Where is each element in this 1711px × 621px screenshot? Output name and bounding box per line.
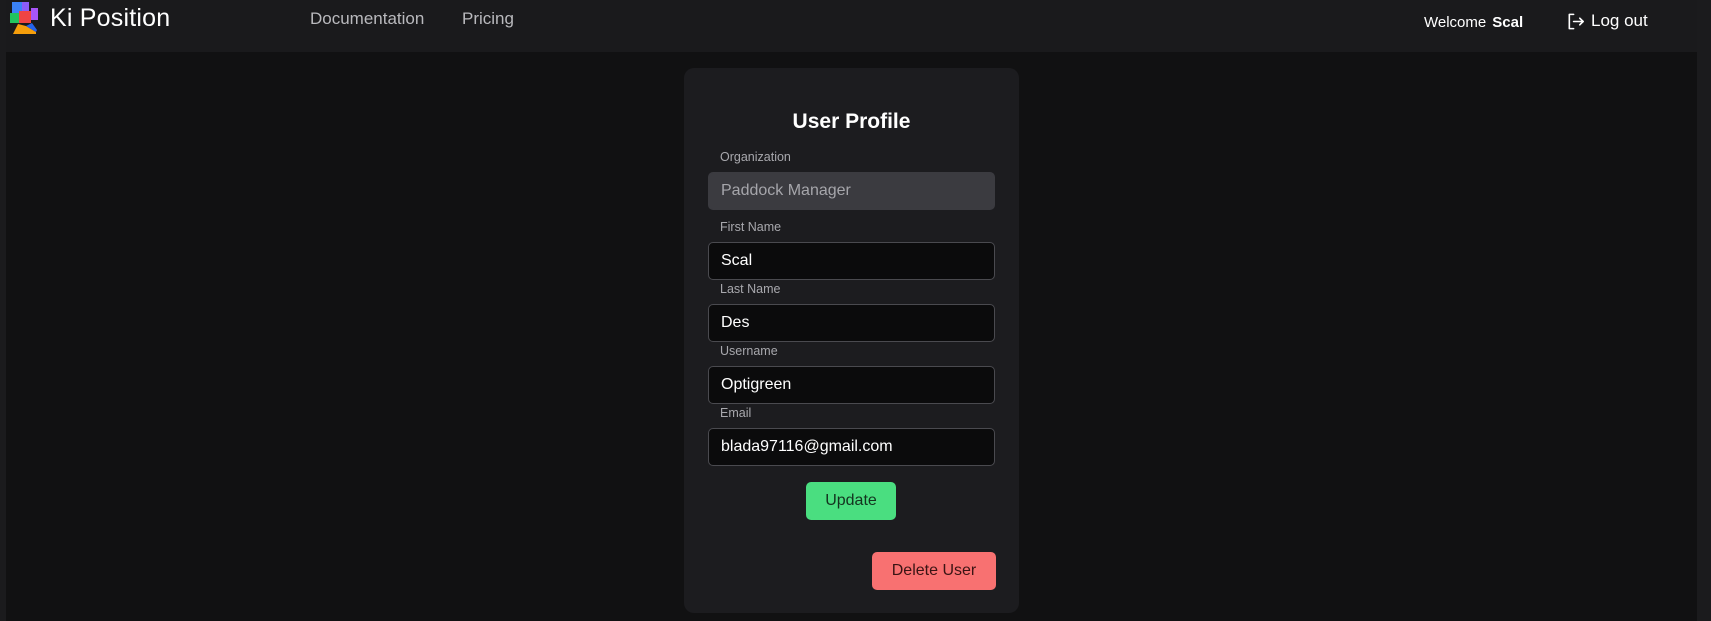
navbar: Ki Position Documentation Pricing Welcom… <box>6 0 1697 52</box>
logout-icon <box>1568 13 1584 29</box>
logout-button[interactable]: Log out <box>1566 11 1648 31</box>
first-name-field[interactable] <box>708 242 995 280</box>
username-label: Username <box>720 344 778 358</box>
page-title: User Profile <box>792 110 911 133</box>
app-title: Ki Position <box>50 3 171 32</box>
delete-user-button[interactable]: Delete User <box>872 552 996 590</box>
page: Ki Position Documentation Pricing Welcom… <box>0 0 1711 621</box>
first-name-label: First Name <box>720 220 782 234</box>
nav-link-documentation[interactable]: Documentation <box>310 9 424 29</box>
nav-link-pricing[interactable]: Pricing <box>462 9 514 29</box>
email-label: Email <box>720 406 752 420</box>
last-name-field[interactable] <box>708 304 995 342</box>
organization-label: Organization <box>720 150 791 164</box>
left-edge-strip <box>0 0 6 621</box>
ki-position-logo-icon <box>10 2 38 34</box>
logout-label: Log out <box>1591 11 1648 30</box>
right-edge-strip <box>1697 0 1711 621</box>
username-field[interactable] <box>708 366 995 404</box>
last-name-label: Last Name <box>720 282 781 296</box>
welcome-label: Welcome <box>1424 14 1487 31</box>
user-profile-card: User Profile Organization First Name Las… <box>684 68 1019 613</box>
update-button[interactable]: Update <box>806 482 896 520</box>
organization-field <box>708 172 995 210</box>
brand[interactable]: Ki Position <box>10 0 170 36</box>
email-field[interactable] <box>708 428 995 466</box>
welcome-username: Scal <box>1492 14 1524 31</box>
welcome-message: Welcome Scal <box>1424 14 1523 31</box>
